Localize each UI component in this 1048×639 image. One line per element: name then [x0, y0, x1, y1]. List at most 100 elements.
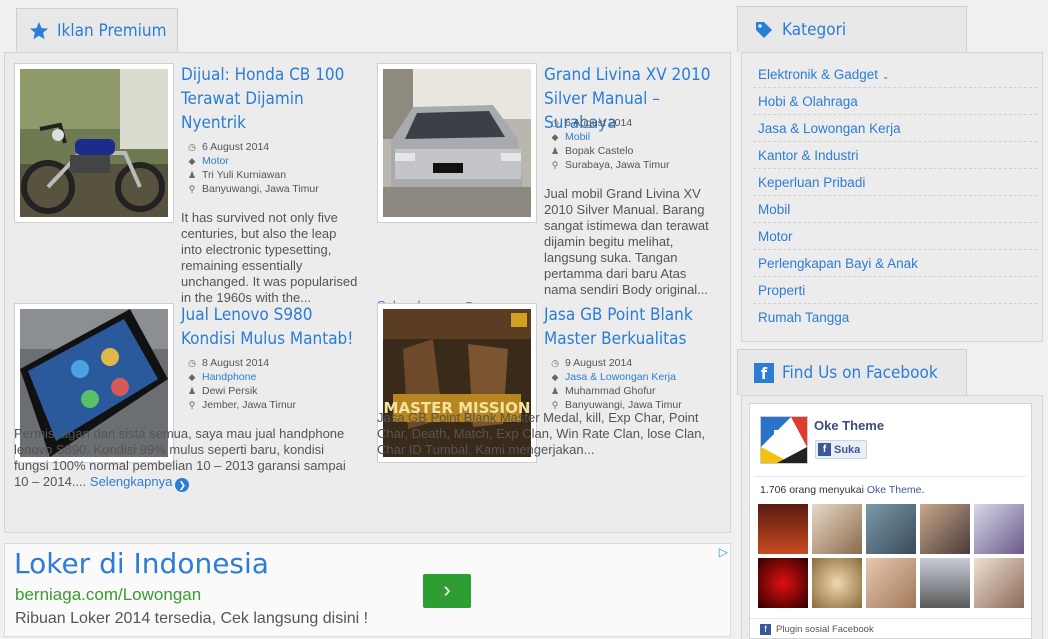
- tag-icon: ◆: [188, 372, 196, 382]
- post-meta: ◷ 6 August 2014 ◆ Motor ♟ Tri Yuli Kurniawa…: [187, 140, 319, 196]
- post-title[interactable]: Jasa GB Point Blank Master Berkualitas: [544, 303, 719, 351]
- post-card: Jual Lenovo S980 Kondisi Mulus Mantab! ◷…: [14, 303, 359, 528]
- category-label: Perlengkapan Bayi & Anak: [758, 256, 918, 271]
- post-card: MASTER MISSION Jasa GB Point Blank Maste…: [377, 303, 722, 528]
- facebook-icon: f: [760, 624, 771, 635]
- user-icon: ♟: [550, 146, 560, 156]
- post-author: Dewi Persik: [202, 385, 258, 397]
- avatar[interactable]: [920, 558, 970, 608]
- user-icon: ♟: [187, 170, 197, 180]
- post-meta: ◷ 8 August 2014 ◆ Handphone ♟ Dewi Persik ⚲…: [187, 356, 296, 412]
- excerpt-text: Jual mobil Grand Livina XV 2010 Silver M…: [544, 186, 709, 297]
- like-count-end: .: [921, 484, 925, 496]
- post-title[interactable]: Dijual: Honda CB 100 Terawat Dijamin Nye…: [181, 63, 356, 135]
- avatar[interactable]: [974, 558, 1024, 608]
- text-ad[interactable]: Loker di Indonesia berniaga.com/Lowongan…: [4, 543, 731, 637]
- post-date: 6 August 2014: [202, 141, 270, 153]
- post-excerpt: Permisi agan dan sista semua, saya mau j…: [14, 426, 359, 492]
- avatar[interactable]: [974, 504, 1024, 554]
- category-label: Properti: [758, 283, 806, 298]
- avatar[interactable]: [866, 558, 916, 608]
- ad-go-button[interactable]: ›: [423, 574, 471, 608]
- avatar[interactable]: [758, 558, 808, 608]
- avatar[interactable]: [812, 558, 862, 608]
- read-more-label: Selengkapnya: [89, 474, 173, 489]
- ad-description: Ribuan Loker 2014 tersedia, Cek langsung…: [15, 610, 369, 627]
- tag-icon: ◆: [551, 132, 559, 142]
- facebook-icon: f: [754, 362, 774, 383]
- page-logo[interactable]: [760, 416, 808, 464]
- page-name[interactable]: Oke Theme: [814, 418, 884, 433]
- category-label: Mobil: [758, 202, 791, 217]
- chevron-right-icon: ❯: [175, 478, 190, 492]
- post-title[interactable]: Jual Lenovo S980 Kondisi Mulus Mantab!: [181, 303, 356, 351]
- category-item[interactable]: Jasa & Lowongan Kerja: [753, 115, 1037, 142]
- category-list: Elektronik & Gadget ⌄ Hobi & Olahraga Ja…: [753, 61, 1037, 331]
- post-author: Tri Yuli Kurniawan: [202, 169, 287, 181]
- chevron-down-icon: ⌄: [881, 71, 890, 81]
- avatar[interactable]: [920, 504, 970, 554]
- like-button[interactable]: f Suka: [815, 440, 867, 459]
- post-category[interactable]: Jasa & Lowongan Kerja: [565, 370, 676, 384]
- category-item[interactable]: Keperluan Pribadi: [753, 169, 1037, 196]
- ad-headline[interactable]: Loker di Indonesia: [14, 547, 269, 580]
- post-date: 6 August 2014: [565, 117, 633, 129]
- post-date: 8 August 2014: [202, 357, 270, 369]
- post-author: Muhammad Ghofur: [565, 385, 656, 397]
- post-meta: ◷ 9 August 2014 ◆ Jasa & Lowongan Kerja ♟ M…: [550, 356, 682, 412]
- post-category[interactable]: Mobil: [565, 130, 590, 144]
- page-link[interactable]: Oke Theme: [867, 484, 922, 496]
- clock-icon: ◷: [188, 142, 196, 152]
- avatar[interactable]: [812, 504, 862, 554]
- kategori-heading: Kategori: [782, 19, 847, 40]
- category-label: Hobi & Olahraga: [758, 94, 858, 109]
- post-card: Dijual: Honda CB 100 Terawat Dijamin Nye…: [14, 63, 359, 324]
- like-count-text: 1.706 orang menyukai: [760, 484, 867, 496]
- post-category[interactable]: Handphone: [202, 370, 256, 384]
- user-icon: ♟: [550, 386, 560, 396]
- category-label: Jasa & Lowongan Kerja: [758, 121, 901, 136]
- post-date: 9 August 2014: [565, 357, 633, 369]
- premium-tab: Iklan Premium: [16, 8, 178, 52]
- category-item[interactable]: Properti: [753, 277, 1037, 304]
- category-label: Keperluan Pribadi: [758, 175, 866, 190]
- category-item[interactable]: Perlengkapan Bayi & Anak: [753, 250, 1037, 277]
- star-icon: [30, 21, 48, 39]
- category-label: Rumah Tangga: [758, 310, 850, 325]
- location-icon: ⚲: [188, 184, 196, 194]
- adchoices-icon[interactable]: ▷: [719, 545, 728, 559]
- category-item[interactable]: Hobi & Olahraga: [753, 88, 1037, 115]
- like-label: Suka: [834, 443, 861, 456]
- post-author: Bopak Castelo: [565, 145, 634, 157]
- category-item[interactable]: Motor: [753, 223, 1037, 250]
- read-more-link[interactable]: Selengkapnya❯: [89, 474, 190, 492]
- post-meta: ◷ 6 August 2014 ◆ Mobil ♟ Bopak Castelo ⚲ Su…: [550, 116, 670, 172]
- avatar[interactable]: [758, 504, 808, 554]
- avatar[interactable]: [866, 504, 916, 554]
- post-location: Banyuwangi, Jawa Timur: [202, 183, 319, 195]
- category-item[interactable]: Mobil: [753, 196, 1037, 223]
- category-item[interactable]: Rumah Tangga: [753, 304, 1037, 331]
- location-icon: ⚲: [551, 400, 559, 410]
- motorcycle-image: [20, 69, 168, 217]
- facebook-like-box: Oke Theme f Suka 1.706 orang menyukai Ok…: [749, 403, 1032, 639]
- tag-icon: [756, 21, 772, 38]
- facebook-icon: f: [818, 443, 831, 456]
- post-card: Grand Livina XV 2010 Silver Manual – Sur…: [377, 63, 722, 316]
- facebook-heading: Find Us on Facebook: [782, 362, 938, 383]
- ad-url[interactable]: berniaga.com/Lowongan: [15, 585, 201, 605]
- post-excerpt: Jasa GB Point Blank Master Medal, kill, …: [377, 410, 722, 474]
- post-location: Jember, Jawa Timur: [202, 399, 296, 411]
- category-label: Motor: [758, 229, 793, 244]
- category-item[interactable]: Elektronik & Gadget ⌄: [753, 61, 1037, 88]
- category-label: Elektronik & Gadget: [758, 67, 879, 82]
- clock-icon: ◷: [188, 358, 196, 368]
- category-label: Kantor & Industri: [758, 148, 859, 163]
- location-icon: ⚲: [188, 400, 196, 410]
- location-icon: ⚲: [551, 160, 559, 170]
- post-excerpt: Jual mobil Grand Livina XV 2010 Silver M…: [377, 186, 722, 316]
- post-category[interactable]: Motor: [202, 154, 229, 168]
- like-count: 1.706 orang menyukai Oke Theme.: [760, 484, 924, 496]
- category-item[interactable]: Kantor & Industri: [753, 142, 1037, 169]
- post-thumbnail[interactable]: [14, 63, 174, 223]
